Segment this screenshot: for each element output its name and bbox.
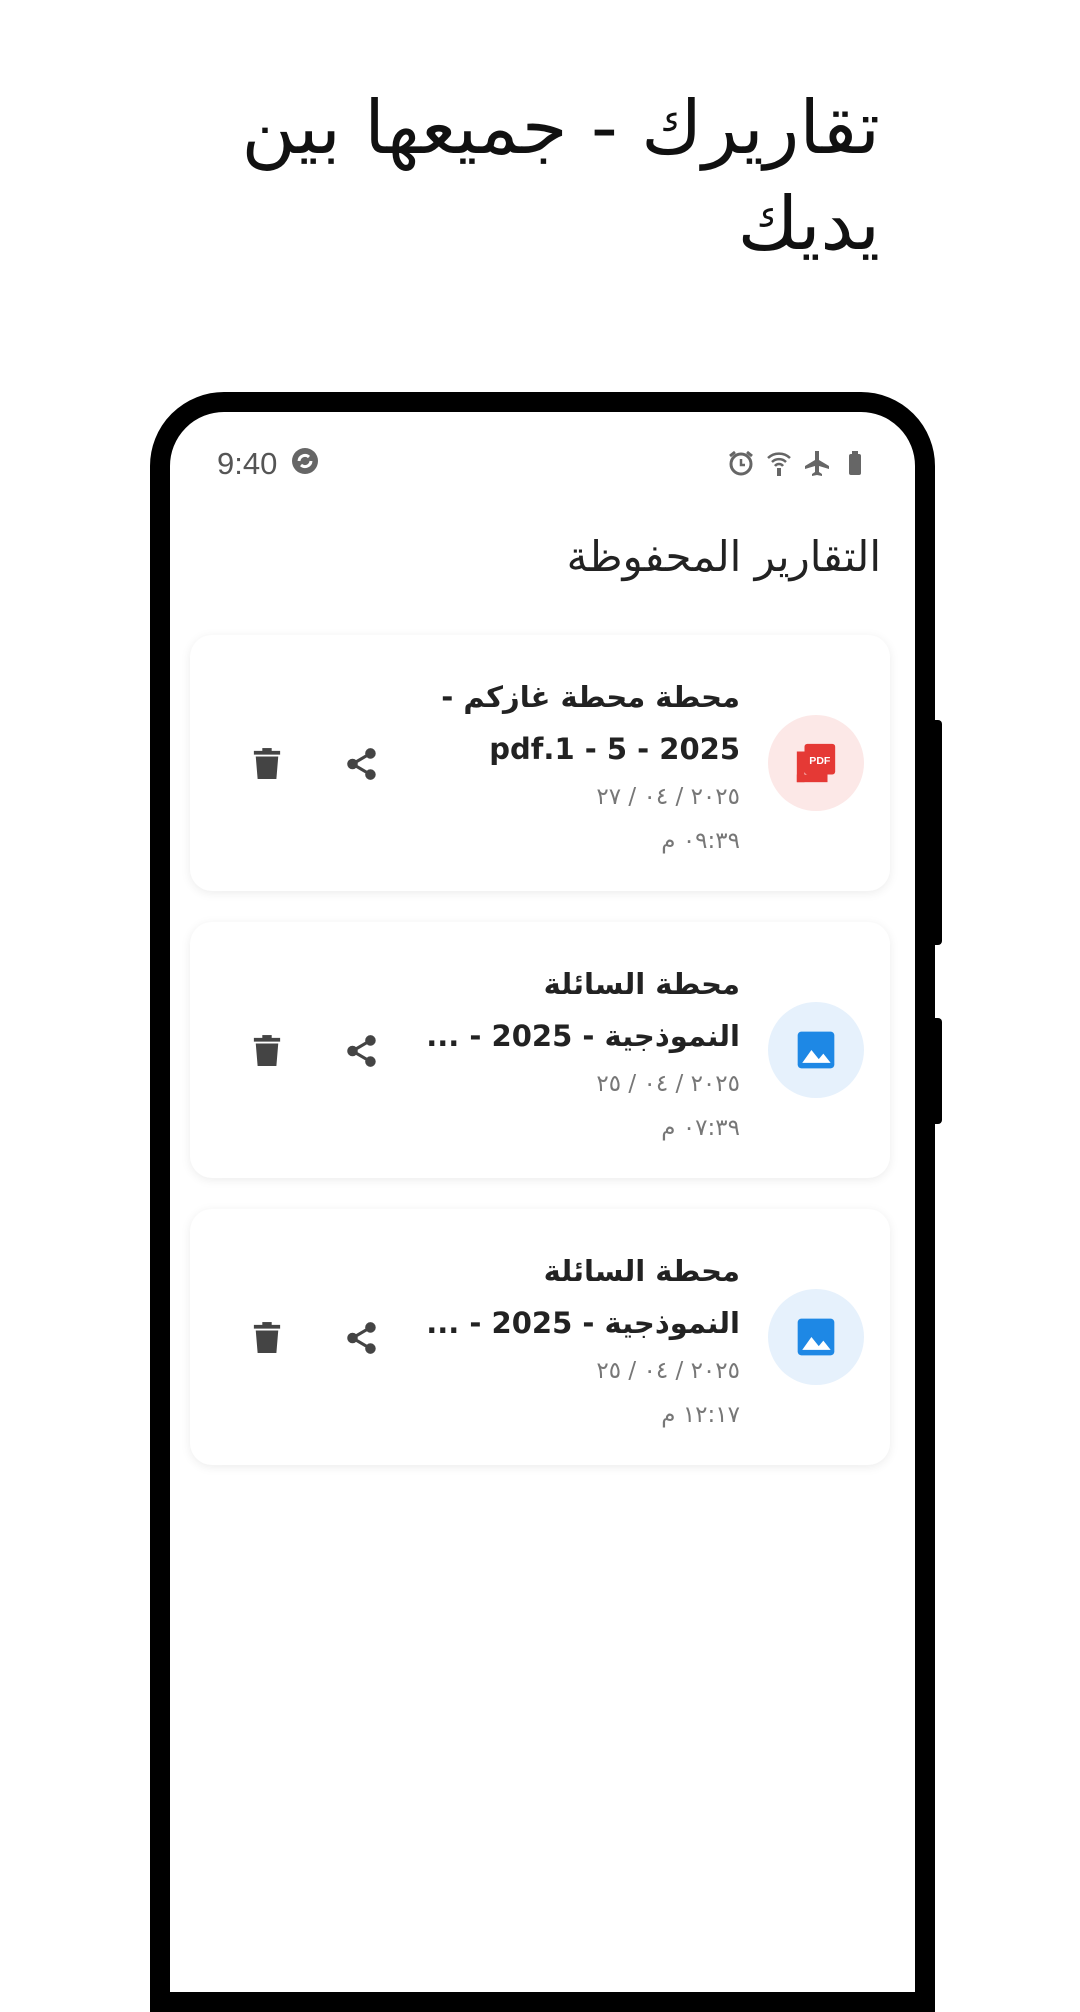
trash-icon bbox=[253, 1322, 281, 1353]
battery-icon bbox=[840, 448, 870, 478]
share-icon bbox=[347, 1322, 376, 1354]
phone-side-button bbox=[932, 720, 942, 945]
report-card[interactable]: محطة السائلة النموذجية - 2025 - ... ٢٠٢٥… bbox=[190, 1209, 890, 1465]
sync-circle-icon bbox=[290, 446, 320, 476]
share-icon bbox=[347, 1035, 376, 1067]
report-name-line1: محطة السائلة bbox=[543, 967, 740, 1001]
image-file-icon bbox=[768, 1002, 864, 1098]
status-time: 9:40 bbox=[217, 446, 278, 481]
report-card[interactable]: PDF محطة محطة غازكم - 2025 - 5 - 1.pdf ٢… bbox=[190, 635, 890, 891]
page-title: التقارير المحفوظة bbox=[566, 532, 881, 581]
share-button[interactable] bbox=[335, 737, 389, 791]
svg-text:PDF: PDF bbox=[809, 755, 831, 767]
status-bar: 9:40 bbox=[170, 412, 915, 492]
delete-button[interactable] bbox=[240, 737, 294, 791]
report-time: ٠٧:٣٩ م bbox=[661, 1115, 740, 1141]
share-button[interactable] bbox=[335, 1024, 389, 1078]
airplane-icon bbox=[802, 448, 832, 478]
trash-icon bbox=[253, 1035, 281, 1066]
pdf-file-icon: PDF bbox=[768, 715, 864, 811]
report-date: ٢٠٢٥ / ٠٤ / ٢٥ bbox=[596, 1358, 740, 1384]
delete-button[interactable] bbox=[240, 1024, 294, 1078]
wifi-calling-icon bbox=[764, 448, 794, 478]
share-button[interactable] bbox=[335, 1311, 389, 1365]
phone-side-button bbox=[932, 1018, 942, 1124]
report-name-line2: النموذجية - 2025 - ... bbox=[426, 1306, 740, 1340]
share-icon bbox=[347, 748, 376, 780]
report-time: ٠٩:٣٩ م bbox=[661, 828, 740, 854]
report-name-line1: محطة محطة غازكم - bbox=[441, 680, 740, 714]
report-name-line2: 2025 - 5 - 1.pdf bbox=[489, 732, 740, 766]
trash-icon bbox=[253, 748, 281, 779]
phone-frame: 9:40 التقارير المحفوظة PDF محطة محطة غاز… bbox=[150, 392, 935, 2012]
report-name-line2: النموذجية - 2025 - ... bbox=[426, 1019, 740, 1053]
report-card[interactable]: محطة السائلة النموذجية - 2025 - ... ٢٠٢٥… bbox=[190, 922, 890, 1178]
image-file-icon bbox=[768, 1289, 864, 1385]
report-date: ٢٠٢٥ / ٠٤ / ٢٥ bbox=[596, 1071, 740, 1097]
promo-headline: تقاريرك - جميعها بين يديك bbox=[241, 85, 880, 267]
report-time: ١٢:١٧ م bbox=[661, 1402, 740, 1428]
delete-button[interactable] bbox=[240, 1311, 294, 1365]
alarm-icon bbox=[726, 448, 756, 478]
report-date: ٢٠٢٥ / ٠٤ / ٢٧ bbox=[596, 784, 740, 810]
report-name-line1: محطة السائلة bbox=[543, 1254, 740, 1288]
